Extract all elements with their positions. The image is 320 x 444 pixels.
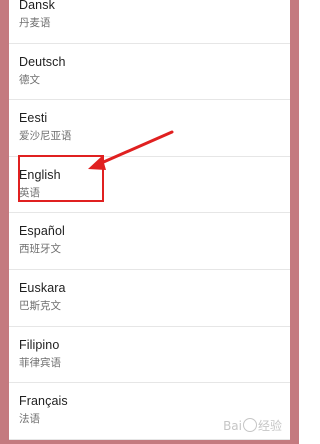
language-name: Español xyxy=(19,224,65,239)
language-name: Français xyxy=(19,394,68,409)
language-native-name: 英语 xyxy=(19,186,40,199)
language-item-filipino[interactable]: Filipino 菲律宾语 xyxy=(9,327,290,384)
language-name: Deutsch xyxy=(19,54,66,69)
language-name: Eesti xyxy=(19,111,48,126)
language-name: Filipino xyxy=(19,337,60,352)
language-list: Dansk 丹麦语 Deutsch 德文 Eesti 爱沙尼亚语 English… xyxy=(9,0,290,440)
language-item-espanol[interactable]: Español 西班牙文 xyxy=(9,213,290,270)
language-native-name: 巴斯克文 xyxy=(19,299,61,312)
language-native-name: 西班牙文 xyxy=(19,243,61,256)
language-item-dansk[interactable]: Dansk 丹麦语 xyxy=(9,0,290,44)
language-item-francais[interactable]: Français 法语 xyxy=(9,383,290,440)
language-item-eesti[interactable]: Eesti 爱沙尼亚语 xyxy=(9,100,290,157)
language-native-name: 爱沙尼亚语 xyxy=(19,130,72,143)
language-name: English xyxy=(19,167,61,182)
language-item-english[interactable]: English 英语 xyxy=(9,157,290,214)
language-native-name: 法语 xyxy=(19,413,40,426)
language-native-name: 菲律宾语 xyxy=(19,356,61,369)
language-name: Euskara xyxy=(19,280,66,295)
language-native-name: 德文 xyxy=(19,73,40,86)
screenshot-frame: Dansk 丹麦语 Deutsch 德文 Eesti 爱沙尼亚语 English… xyxy=(0,0,299,444)
language-item-deutsch[interactable]: Deutsch 德文 xyxy=(9,44,290,101)
language-native-name: 丹麦语 xyxy=(19,17,51,29)
language-item-euskara[interactable]: Euskara 巴斯克文 xyxy=(9,270,290,327)
language-name: Dansk xyxy=(19,0,55,12)
